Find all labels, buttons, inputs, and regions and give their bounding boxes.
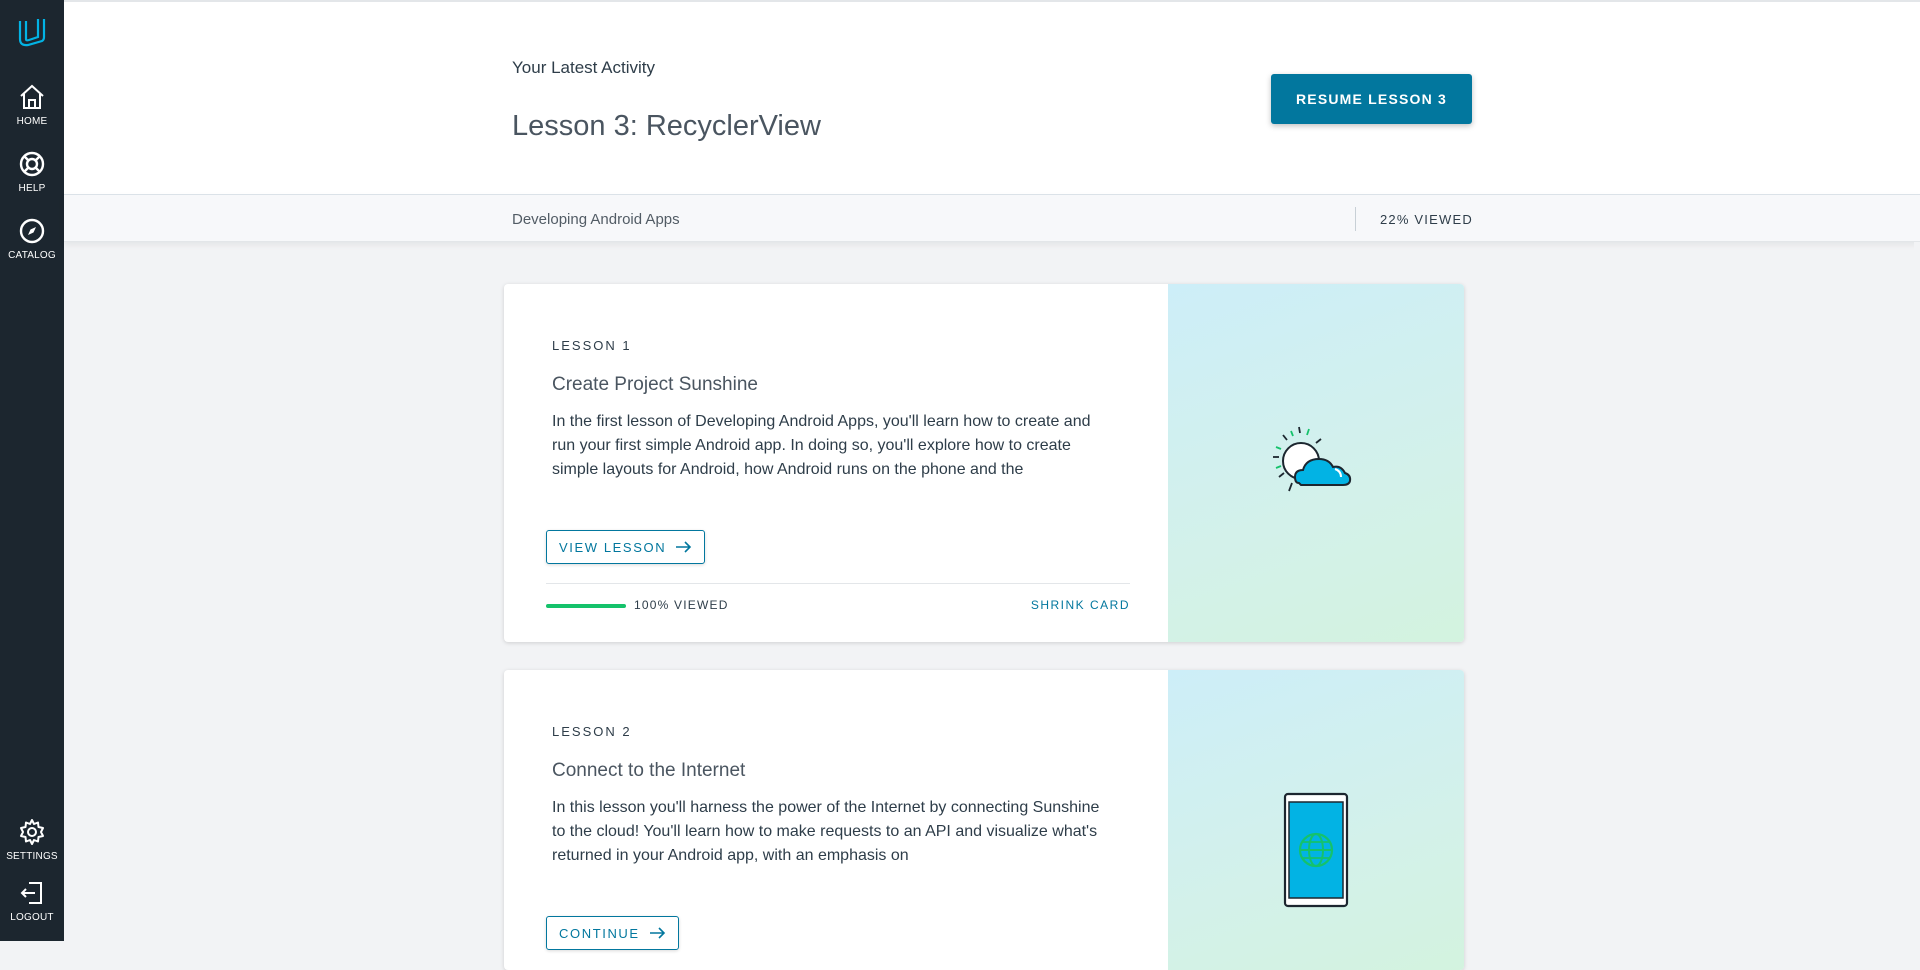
sidebar-item-label: SETTINGS: [6, 851, 58, 862]
arrow-right-icon: [649, 927, 665, 939]
lesson-number: LESSON 2: [552, 724, 632, 739]
lesson-description: In this lesson you'll harness the power …: [552, 799, 1100, 864]
sidebar-item-label: LOGOUT: [10, 912, 54, 923]
lesson-number: LESSON 1: [552, 338, 632, 353]
resume-lesson-button[interactable]: RESUME LESSON 3: [1271, 74, 1472, 124]
sidebar-item-label: CATALOG: [8, 250, 56, 261]
lesson-card-art: [1168, 284, 1464, 642]
lesson-card: LESSON 2 Connect to the Internet In this…: [504, 670, 1464, 970]
shrink-card-link[interactable]: SHRINK CARD: [1031, 598, 1130, 612]
course-progress-label: 22% VIEWED: [1380, 212, 1473, 227]
sidebar-item-logout[interactable]: LOGOUT: [0, 878, 64, 923]
weather-sun-cloud-icon: [1273, 426, 1352, 492]
sidebar-item-catalog[interactable]: CATALOG: [0, 216, 64, 261]
sidebar-item-help[interactable]: HELP: [0, 149, 64, 194]
sidebar: HOME HELP CATALOG SETTINGS LOGOUT: [0, 0, 64, 941]
logout-icon: [20, 882, 42, 904]
latest-activity-header: Your Latest Activity Lesson 3: RecyclerV…: [64, 0, 1920, 194]
udacity-logo-icon[interactable]: [12, 12, 52, 52]
button-label: CONTINUE: [559, 925, 640, 941]
divider: [1355, 207, 1356, 231]
gear-icon: [20, 819, 44, 845]
lesson-card-footer: 100% VIEWED SHRINK CARD: [546, 583, 1130, 623]
view-lesson-button[interactable]: VIEW LESSON: [546, 530, 706, 564]
lifebuoy-icon: [19, 151, 45, 177]
lesson-title: Create Project Sunshine: [552, 374, 758, 395]
lesson-progress-bar: [546, 604, 626, 608]
page-title: Lesson 3: RecyclerView: [512, 110, 821, 142]
compass-icon: [19, 218, 45, 244]
sidebar-item-home[interactable]: HOME: [0, 82, 64, 127]
latest-activity-label: Your Latest Activity: [512, 58, 656, 77]
button-label: VIEW LESSON: [559, 539, 667, 555]
course-name[interactable]: Developing Android Apps: [512, 211, 680, 228]
lesson-card: LESSON 1 Create Project Sunshine In the …: [504, 284, 1464, 642]
phone-globe-icon: [1283, 792, 1349, 908]
course-subheader: Developing Android Apps 22% VIEWED: [64, 194, 1920, 242]
lesson-progress-label: 100% VIEWED: [634, 598, 729, 612]
lesson-card-art: [1168, 670, 1464, 970]
lesson-progress-fill: [546, 604, 626, 608]
sidebar-item-settings[interactable]: SETTINGS: [0, 817, 64, 862]
sidebar-item-label: HOME: [16, 116, 48, 127]
lesson-title: Connect to the Internet: [552, 760, 746, 781]
lesson-description: In the first lesson of Developing Androi…: [552, 413, 1091, 478]
home-icon: [20, 84, 44, 109]
sidebar-item-label: HELP: [18, 183, 46, 194]
arrow-right-icon: [676, 541, 692, 553]
continue-button[interactable]: CONTINUE: [546, 916, 679, 950]
scrollbar[interactable]: [1914, 242, 1920, 941]
